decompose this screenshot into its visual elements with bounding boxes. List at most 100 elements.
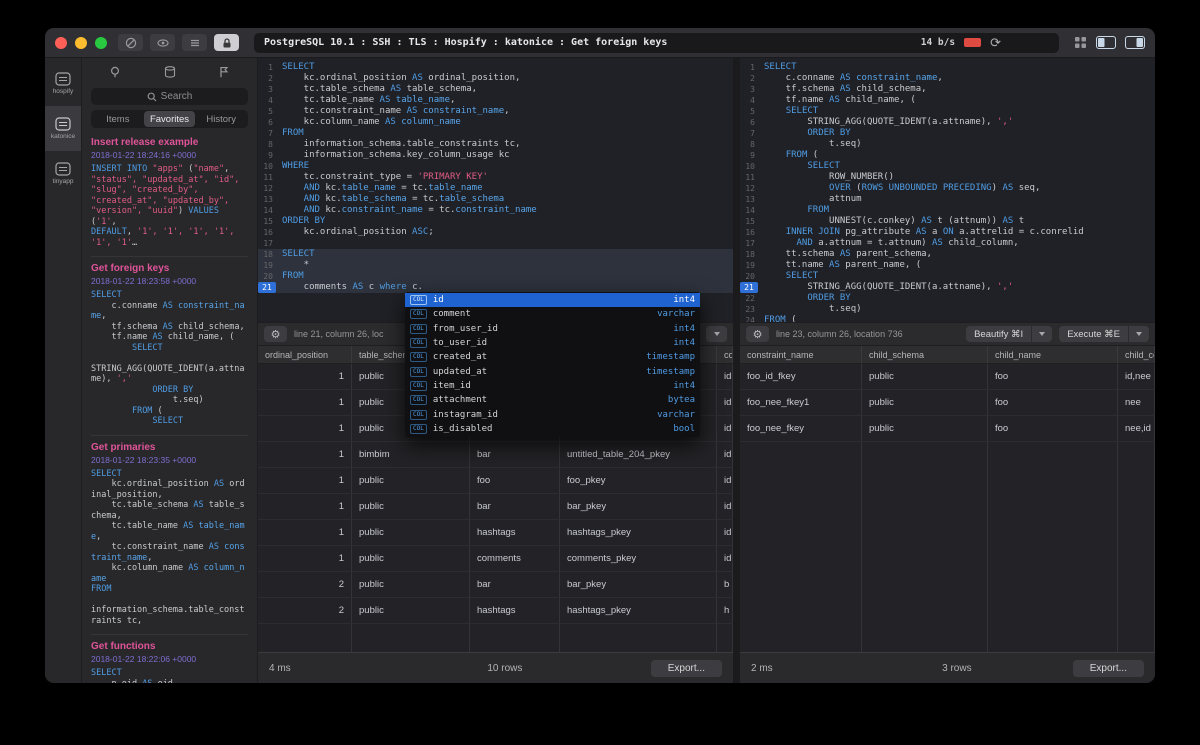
editor-line[interactable]: 10WHERE	[258, 161, 733, 172]
column-header[interactable]: child_name	[988, 346, 1118, 363]
editor-line[interactable]: 13 AND kc.table_schema = tc.table_schema	[258, 194, 733, 205]
editor-line[interactable]: 20 SELECT	[740, 271, 1155, 282]
editor-line[interactable]: 11 tc.constraint_type = 'PRIMARY KEY'	[258, 172, 733, 183]
grid-view-icon[interactable]	[1074, 36, 1087, 49]
flag-icon[interactable]	[217, 65, 231, 79]
editor-line[interactable]: 24FROM (	[740, 315, 1155, 322]
autocomplete-item[interactable]: COLcommentvarchar	[405, 307, 700, 321]
editor-line[interactable]: 3 tf.schema AS child_schema,	[740, 84, 1155, 95]
table-cell[interactable]: 1	[258, 468, 352, 493]
table-cell[interactable]: 1	[258, 494, 352, 519]
column-header[interactable]: child_column	[1118, 346, 1155, 363]
table-cell[interactable]: id,nee	[1118, 364, 1155, 389]
editor-line[interactable]: 8 information_schema.table_constraints t…	[258, 139, 733, 150]
table-cell[interactable]: public	[862, 390, 988, 415]
editor-line[interactable]: 8 t.seq)	[740, 139, 1155, 150]
editor-line[interactable]: 12 AND kc.table_name = tc.table_name	[258, 183, 733, 194]
table-cell[interactable]: public	[352, 598, 470, 623]
table-cell[interactable]: bimbim	[352, 442, 470, 467]
disable-safe-mode-button[interactable]	[118, 34, 143, 51]
table-cell[interactable]: h	[717, 598, 733, 623]
table-row[interactable]: 2publichashtagshashtags_pkeyh	[258, 598, 733, 624]
table-cell[interactable]: foo_id_fkey	[740, 364, 862, 389]
table-cell[interactable]: id	[717, 520, 733, 545]
zoom-button[interactable]	[95, 37, 107, 49]
editor-line[interactable]: 4 tf.name AS child_name, (	[740, 95, 1155, 106]
autocomplete-item[interactable]: COLfrom_user_idint4	[405, 322, 700, 336]
editor-line[interactable]: 15ORDER BY	[258, 216, 733, 227]
export-button[interactable]: Export...	[1073, 660, 1144, 677]
table-cell[interactable]: id	[717, 442, 733, 467]
tab-favorites[interactable]: Favorites	[144, 111, 196, 127]
table-row[interactable]: foo_id_fkeypublicfooid,nee	[740, 364, 1155, 390]
table-cell[interactable]: foo	[988, 390, 1118, 415]
editor-line[interactable]: 9 information_schema.key_column_usage kc	[258, 150, 733, 161]
editor-line[interactable]: 3 tc.table_schema AS table_schema,	[258, 84, 733, 95]
close-button[interactable]	[55, 37, 67, 49]
autocomplete-item[interactable]: COLcreated_attimestamp	[405, 350, 700, 364]
column-header[interactable]: constraint_name	[740, 346, 862, 363]
log-button[interactable]	[182, 34, 207, 51]
editor-line[interactable]: 23 t.seq)	[740, 304, 1155, 315]
sql-editor-left[interactable]: 1SELECT2 kc.ordinal_position AS ordinal_…	[258, 58, 733, 322]
editor-line[interactable]: 18SELECT	[258, 249, 733, 260]
table-cell[interactable]: hashtags	[470, 520, 560, 545]
lock-button[interactable]	[214, 34, 239, 51]
table-cell[interactable]: 2	[258, 598, 352, 623]
editor-line[interactable]: 4 tc.table_name AS table_name,	[258, 95, 733, 106]
editor-line[interactable]: 7FROM	[258, 128, 733, 139]
table-cell[interactable]: 1	[258, 442, 352, 467]
table-cell[interactable]: b	[717, 572, 733, 597]
autocomplete-item[interactable]: COLupdated_attimestamp	[405, 364, 700, 378]
table-cell[interactable]: public	[862, 364, 988, 389]
table-cell[interactable]: id	[717, 416, 733, 441]
table-cell[interactable]: hashtags_pkey	[560, 598, 717, 623]
editor-line[interactable]: 16 kc.ordinal_position ASC;	[258, 227, 733, 238]
column-header[interactable]: child_schema	[862, 346, 988, 363]
column-header[interactable]: ordinal_position	[258, 346, 352, 363]
editor-line[interactable]: 10 SELECT	[740, 161, 1155, 172]
execute-button[interactable]: Execute ⌘E	[1059, 326, 1149, 342]
table-cell[interactable]: foo	[988, 416, 1118, 441]
editor-line[interactable]: 21 STRING_AGG(QUOTE_IDENT(a.attname), ',…	[740, 282, 1155, 293]
table-cell[interactable]: comments	[470, 546, 560, 571]
editor-line[interactable]: 22 ORDER BY	[740, 293, 1155, 304]
panel-divider[interactable]	[733, 58, 740, 683]
editor-line[interactable]: 16 INNER JOIN pg_attribute AS a ON a.att…	[740, 227, 1155, 238]
table-cell[interactable]: untitled_table_204_pkey	[560, 442, 717, 467]
connection-hospify[interactable]: hospify	[45, 61, 81, 106]
table-cell[interactable]: id	[717, 364, 733, 389]
table-cell[interactable]: bar_pkey	[560, 494, 717, 519]
editor-line[interactable]: 19 *	[258, 260, 733, 271]
table-row[interactable]: 1publichashtagshashtags_pkeyid	[258, 520, 733, 546]
editor-line[interactable]: 18 tt.schema AS parent_schema,	[740, 249, 1155, 260]
toggle-right-panel-icon[interactable]	[1125, 36, 1145, 49]
editor-line[interactable]: 20FROM	[258, 271, 733, 282]
editor-line[interactable]: 6 STRING_AGG(QUOTE_IDENT(a.attname), ','	[740, 117, 1155, 128]
table-cell[interactable]: 1	[258, 546, 352, 571]
beautify-button[interactable]: Beautify ⌘I	[966, 326, 1052, 342]
editor-line[interactable]: 9 FROM (	[740, 150, 1155, 161]
table-cell[interactable]: id	[717, 494, 733, 519]
table-row[interactable]: 1publicfoofoo_pkeyid	[258, 468, 733, 494]
table-cell[interactable]: hashtags	[470, 598, 560, 623]
table-cell[interactable]: id	[717, 468, 733, 493]
run-options-button[interactable]	[706, 326, 727, 342]
tab-history[interactable]: History	[195, 111, 247, 127]
editor-line[interactable]: 17	[258, 238, 733, 249]
table-cell[interactable]: bar	[470, 494, 560, 519]
connection-tinyapp[interactable]: tinyapp	[45, 151, 81, 196]
table-cell[interactable]: comments_pkey	[560, 546, 717, 571]
tab-items[interactable]: Items	[92, 111, 144, 127]
editor-line[interactable]: 11 ROW_NUMBER()	[740, 172, 1155, 183]
table-cell[interactable]: 1	[258, 390, 352, 415]
table-cell[interactable]: public	[352, 572, 470, 597]
table-cell[interactable]: 1	[258, 364, 352, 389]
refresh-icon[interactable]: ⟳	[990, 36, 1001, 49]
table-cell[interactable]: 1	[258, 416, 352, 441]
table-cell[interactable]: bar_pkey	[560, 572, 717, 597]
connection-katonice[interactable]: katonice	[45, 106, 81, 151]
pin-icon[interactable]	[108, 65, 122, 79]
connection-title-bar[interactable]: PostgreSQL 10.1 : SSH : TLS : Hospify : …	[254, 33, 1059, 53]
table-cell[interactable]: foo_pkey	[560, 468, 717, 493]
